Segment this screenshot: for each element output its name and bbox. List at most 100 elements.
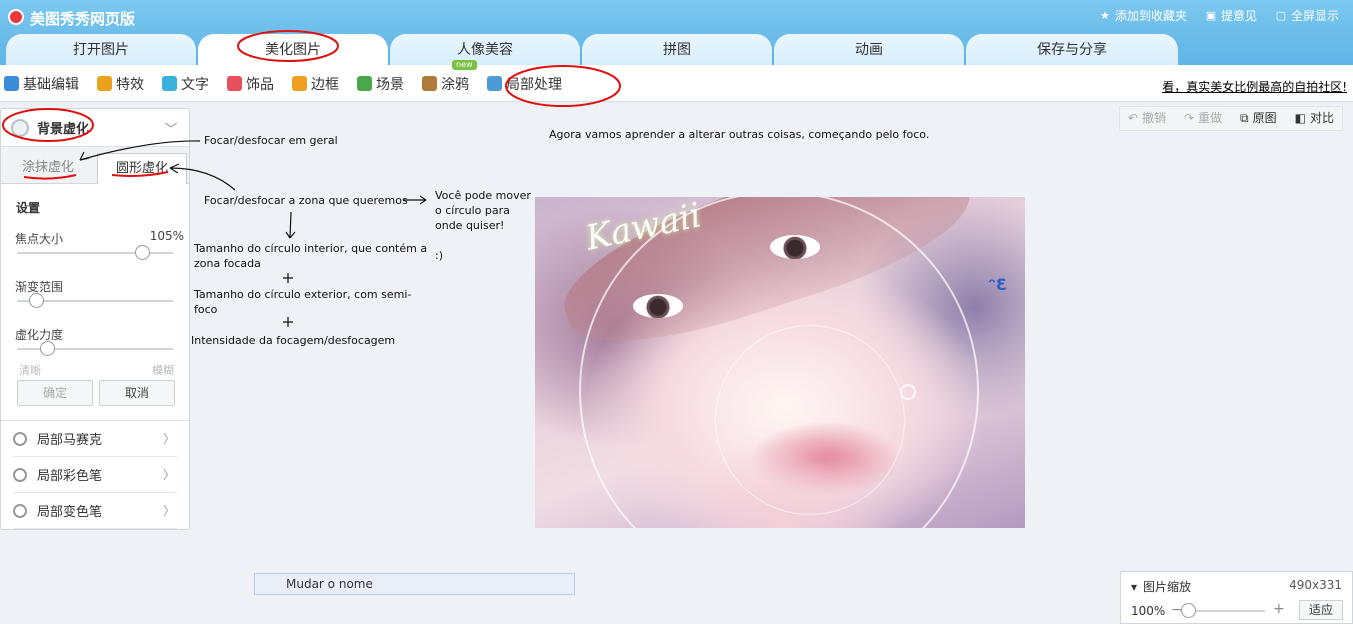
- tab-animation[interactable]: 动画: [774, 34, 964, 65]
- plus-sign-1: [283, 273, 293, 283]
- add-favorite-link[interactable]: ★ 添加到收藏夹: [1099, 7, 1187, 24]
- sub-toolbar: 基础编辑 特效 文字 饰品 边框 场景 涂鸦 new 局部处理 看，真实美女比例最高的自拍社区!: [0, 59, 1353, 102]
- sub-item-1[interactable]: 特效: [97, 74, 144, 94]
- top-links: ★ 添加到收藏夹 ▣ 提意见 ▢ 全屏显示: [1099, 7, 1339, 24]
- photo-canvas[interactable]: Kawaii ᵔƐ: [535, 197, 1025, 528]
- sub-item-label: 基础编辑: [23, 76, 79, 93]
- scene-icon: [357, 76, 372, 91]
- arrow-down: [289, 211, 292, 239]
- sub-item-label: 涂鸦: [441, 76, 469, 93]
- compare-button[interactable]: ◧ 对比: [1287, 107, 1342, 130]
- tool-local-mosaic[interactable]: 局部马赛克〉: [13, 421, 177, 457]
- main-tabs: 打开图片 美化图片 人像美容 拼图 动画 保存与分享: [6, 34, 1180, 65]
- app-logo-icon: [8, 9, 24, 25]
- fullscreen-link[interactable]: ▢ 全屏显示: [1275, 7, 1339, 24]
- focus-size-value: 105%: [149, 229, 184, 243]
- tab-save-share[interactable]: 保存与分享: [966, 34, 1178, 65]
- focus-size-label: 焦点大小: [15, 232, 64, 246]
- bow-icon: [227, 76, 242, 91]
- focus-size-knob[interactable]: [134, 245, 150, 260]
- sub-item-0[interactable]: 基础编辑: [4, 74, 79, 94]
- dropper-icon: [487, 76, 502, 91]
- sub-items: 基础编辑 特效 文字 饰品 边框 场景 涂鸦 new 局部处理: [4, 59, 580, 102]
- panel-header[interactable]: 背景虚化 ﹀: [1, 109, 189, 147]
- zoom-percent: 100%: [1131, 604, 1166, 618]
- circle-center-handle[interactable]: [900, 384, 916, 400]
- gradient-range-knob[interactable]: [28, 293, 44, 308]
- sub-item-7[interactable]: 局部处理: [487, 74, 562, 94]
- sub-item-label: 特效: [116, 76, 144, 93]
- note-smiley: :): [435, 249, 443, 262]
- edit-tools: ↶ 撤销 ↷ 重做 ⧉ 原图 ◧ 对比: [1118, 106, 1343, 131]
- background-blur-icon: [11, 118, 29, 137]
- zoom-knob[interactable]: [1181, 603, 1196, 618]
- ok-button[interactable]: 确定: [17, 380, 93, 406]
- tab-circle-blur[interactable]: 圆形虚化: [97, 153, 187, 184]
- sub-item-2[interactable]: 文字: [162, 74, 209, 94]
- tool-local-color-pen[interactable]: 局部彩色笔〉: [13, 457, 177, 493]
- sub-item-5[interactable]: 场景: [357, 74, 404, 94]
- tab-brush-blur[interactable]: 涂抹虚化: [3, 153, 93, 184]
- blur-strength-knob[interactable]: [39, 341, 55, 356]
- compare-icon: ◧: [1294, 111, 1306, 125]
- chat-icon: ▣: [1205, 8, 1217, 22]
- sub-item-label: 饰品: [246, 76, 274, 93]
- zoom-in-icon[interactable]: +: [1273, 601, 1285, 617]
- original-button[interactable]: ⧉ 原图: [1232, 107, 1285, 130]
- mosaic-icon: [13, 431, 27, 446]
- plus-sign-2: [283, 317, 293, 327]
- chevron-right-icon: 〉: [162, 504, 175, 518]
- sub-item-6[interactable]: 涂鸦 new: [422, 59, 477, 94]
- undo-icon: ↶: [1127, 111, 1138, 125]
- intro-note: Agora vamos aprender a alterar outras co…: [549, 128, 930, 141]
- undo-button[interactable]: ↶ 撤销: [1120, 107, 1174, 130]
- tab-beautify[interactable]: 美化图片: [198, 34, 388, 65]
- text-t-icon: [162, 76, 177, 91]
- note-outer-circle-2: foco: [194, 303, 218, 316]
- tab-open-image[interactable]: 打开图片: [6, 34, 196, 65]
- note-move-circle-3: onde quiser!: [435, 219, 505, 232]
- chevron-down-icon[interactable]: ﹀: [165, 120, 177, 137]
- original-icon: ⧉: [1240, 111, 1249, 125]
- note-outer-circle-1: Tamanho do círculo exterior, com semi-: [194, 288, 412, 301]
- title-bar: 美图秀秀网页版 ★ 添加到收藏夹 ▣ 提意见 ▢ 全屏显示 打开图片 美化图片 人像美…: [0, 0, 1353, 65]
- fit-button[interactable]: 适应: [1299, 600, 1343, 620]
- cancel-button[interactable]: 取消: [99, 380, 175, 406]
- tab-portrait[interactable]: 人像美容: [390, 34, 580, 65]
- tool-local-recolor-pen[interactable]: 局部变色笔〉: [13, 493, 177, 529]
- note-move-circle-2: o círculo para: [435, 204, 510, 217]
- redo-icon: ↷: [1183, 111, 1195, 125]
- gradient-range-slider[interactable]: [17, 293, 173, 308]
- note-focus-zone: Focar/desfocar a zona que queremos: [204, 194, 408, 207]
- photo-emote: ᵔƐ: [988, 275, 1007, 294]
- zoom-slider[interactable]: [1185, 610, 1265, 612]
- sub-item-3[interactable]: 饰品: [227, 74, 274, 94]
- range-blur-label: 模糊: [152, 364, 174, 377]
- frame-icon: [292, 76, 307, 91]
- inner-focus-circle[interactable]: [715, 325, 905, 515]
- wand-icon: [97, 76, 112, 91]
- rename-field[interactable]: Mudar o nome: [254, 573, 575, 595]
- chevron-right-icon: 〉: [162, 468, 175, 482]
- range-clear-label: 清晰: [19, 364, 41, 377]
- note-intensity: Intensidade da focagem/desfocagem: [191, 334, 396, 347]
- sub-item-label: 局部处理: [506, 76, 562, 93]
- redo-button[interactable]: ↷ 重做: [1176, 107, 1230, 130]
- basic-edit-icon: [4, 76, 19, 91]
- brush-icon: [422, 76, 437, 91]
- note-inner-circle-1: Tamanho do círculo interior, que contém …: [194, 242, 428, 255]
- triangle-down-icon: ▾: [1131, 579, 1138, 594]
- tab-collage[interactable]: 拼图: [582, 34, 772, 65]
- blur-subtabs: 涂抹虚化 圆形虚化: [1, 147, 189, 184]
- settings-title: 设置: [16, 201, 41, 215]
- zoom-panel: ▾ 图片缩放 490x331 100% − + 适应: [1120, 571, 1353, 624]
- focus-size-slider[interactable]: [17, 245, 173, 260]
- feedback-link[interactable]: ▣ 提意见: [1205, 7, 1257, 24]
- community-link[interactable]: 看，真实美女比例最高的自拍社区!: [1162, 78, 1347, 95]
- note-move-circle-1: Você pode mover: [435, 189, 531, 202]
- sub-item-4[interactable]: 边框: [292, 74, 339, 94]
- image-size: 490x331: [1289, 578, 1342, 592]
- zoom-header[interactable]: ▾ 图片缩放: [1131, 578, 1191, 595]
- blur-strength-slider[interactable]: [17, 341, 173, 356]
- blur-strength-label: 虚化力度: [15, 328, 64, 342]
